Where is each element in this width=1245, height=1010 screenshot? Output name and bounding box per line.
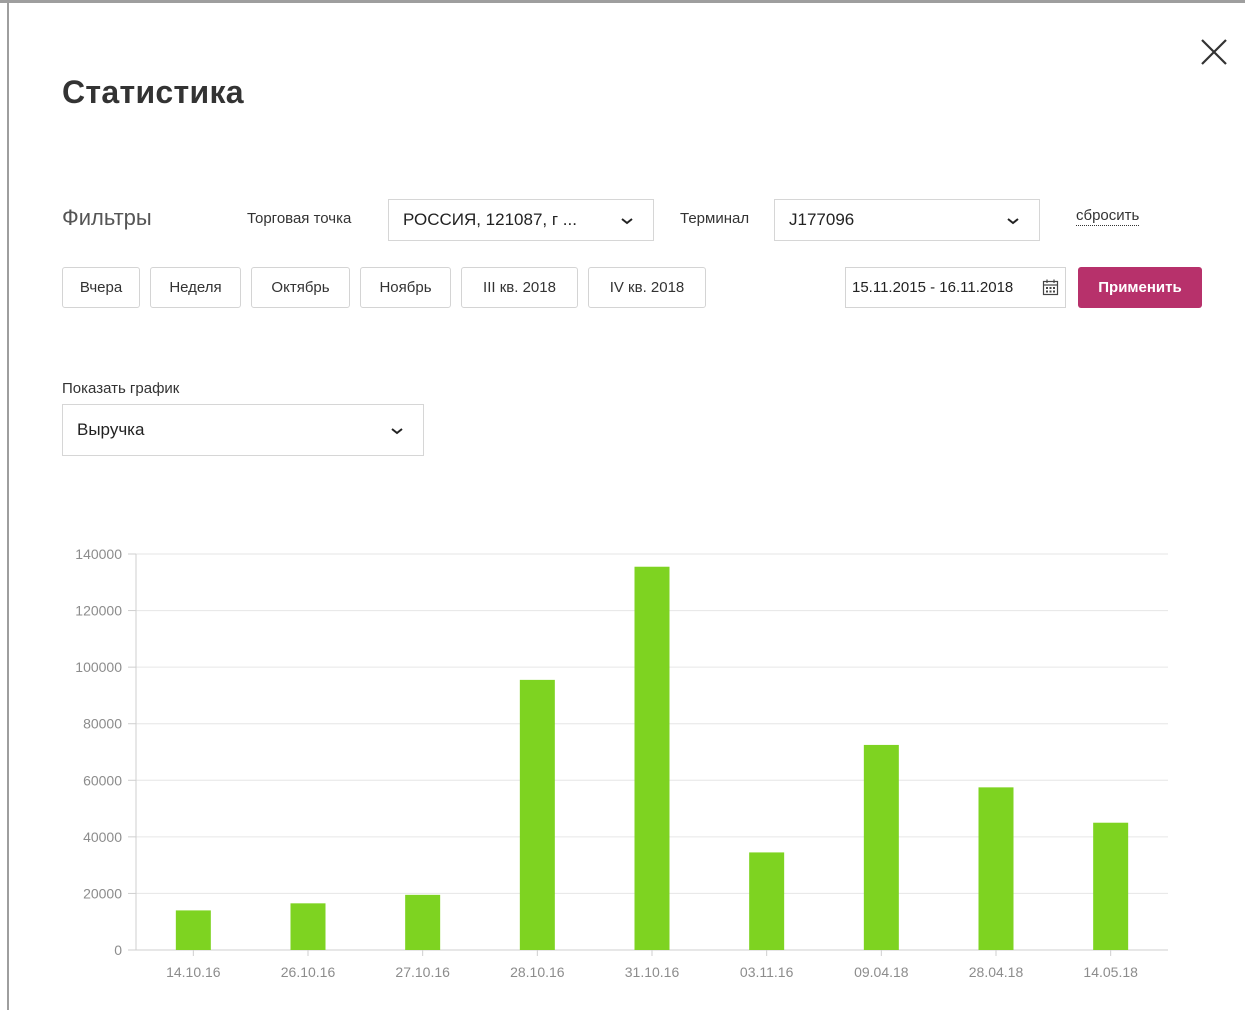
revenue-bar-chart: 0 20000 40000 60000 80000 100000 120000 140000 1… bbox=[75, 546, 1168, 980]
bar bbox=[290, 903, 326, 950]
y-tick-label: 0 bbox=[114, 942, 122, 958]
bar bbox=[405, 894, 441, 950]
x-tick-label: 28.04.18 bbox=[969, 964, 1024, 980]
bar bbox=[749, 852, 785, 950]
bar bbox=[863, 744, 899, 950]
x-tick-label: 28.10.16 bbox=[510, 964, 565, 980]
y-tick-label: 60000 bbox=[83, 772, 122, 788]
x-tick-label: 14.10.16 bbox=[166, 964, 221, 980]
y-tick-label: 140000 bbox=[75, 546, 122, 562]
bar bbox=[519, 679, 555, 950]
x-tick-label: 26.10.16 bbox=[281, 964, 336, 980]
bar bbox=[978, 787, 1014, 950]
x-tick-label: 27.10.16 bbox=[395, 964, 450, 980]
x-tick-label: 14.05.18 bbox=[1083, 964, 1138, 980]
bar bbox=[1093, 822, 1129, 950]
bar bbox=[175, 910, 211, 950]
y-tick-label: 100000 bbox=[75, 659, 122, 675]
bar bbox=[634, 566, 670, 950]
y-tick-label: 40000 bbox=[83, 829, 122, 845]
x-tick-label: 31.10.16 bbox=[625, 964, 680, 980]
y-tick-label: 20000 bbox=[83, 885, 122, 901]
y-tick-label: 120000 bbox=[75, 603, 122, 619]
y-tick-label: 80000 bbox=[83, 716, 122, 732]
x-tick-label: 03.11.16 bbox=[740, 964, 794, 980]
x-tick-label: 09.04.18 bbox=[854, 964, 909, 980]
